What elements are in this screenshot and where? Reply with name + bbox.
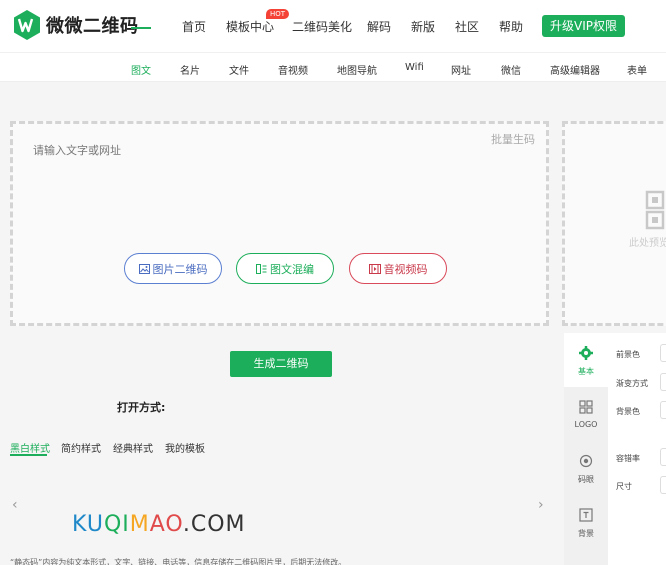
carousel-next-icon[interactable]: › — [538, 497, 544, 513]
hot-badge: HOT — [266, 9, 290, 19]
mixed-content-icon — [256, 263, 267, 274]
static-code-description: “静态码”内容为纯文本形式，文字、链接、电话等，信息存储在二维码图片里，后期无法… — [10, 558, 347, 565]
style-tab-my-templates[interactable]: 我的模板 — [165, 440, 205, 455]
kuqimao-watermark-logo: KUQIMAO.COM — [72, 512, 246, 537]
video-icon — [368, 263, 381, 274]
qr-preview-area: 此处预览 — [562, 121, 666, 326]
settings-tab-eye[interactable]: 码眼 — [564, 441, 608, 495]
style-tab-classic[interactable]: 经典样式 — [113, 440, 153, 455]
size-label: 尺寸 — [616, 482, 632, 491]
batch-generate-link[interactable]: 批量生码 — [491, 131, 535, 147]
generate-qr-button[interactable]: 生成二维码 — [230, 351, 332, 377]
settings-tab-basic[interactable]: 基本 — [564, 333, 608, 387]
brand-name: 微微二维码 — [46, 16, 139, 37]
tab-text-image[interactable]: 图文 — [131, 62, 151, 77]
settings-tab-basic-label: 基本 — [578, 367, 594, 376]
image-qr-button[interactable]: 图片二维码 — [124, 253, 222, 284]
settings-tab-column: 基本 LOGO 码眼 背景 — [564, 333, 608, 565]
settings-tab-eye-label: 码眼 — [578, 475, 594, 484]
error-correction-select[interactable] — [660, 448, 666, 466]
mixed-media-label: 图文混编 — [270, 262, 314, 276]
open-mode-label: 打开方式: — [117, 401, 166, 414]
qr-settings-panel: 基本 LOGO 码眼 背景 前景色 渐变方式 背景色 容错率 尺寸 — [564, 333, 666, 565]
nav-template-center[interactable]: 模板中心 — [226, 18, 274, 35]
tab-map-navigation[interactable]: 地图导航 — [337, 62, 377, 77]
background-icon — [579, 508, 593, 522]
upgrade-vip-button[interactable]: 升级VIP权限 — [542, 15, 625, 37]
tab-wechat[interactable]: 微信 — [501, 62, 521, 77]
nav-community[interactable]: 社区 — [455, 18, 479, 35]
settings-tab-logo-label: LOGO — [574, 420, 598, 429]
qr-placeholder-icon — [645, 190, 665, 230]
content-input-area[interactable]: 请输入文字或网址 批量生码 图片二维码 图文混编 音视频码 — [10, 121, 549, 326]
nav-decode[interactable]: 解码 — [367, 18, 391, 35]
logo-hexagon-icon — [14, 10, 40, 40]
gradient-mode-label: 渐变方式 — [616, 379, 648, 388]
gradient-mode-select[interactable] — [660, 373, 666, 391]
nav-home[interactable]: 首页 — [182, 18, 206, 35]
style-tab-black-white[interactable]: 黑白样式 — [10, 440, 50, 455]
tab-url[interactable]: 网址 — [451, 62, 471, 77]
error-correction-label: 容错率 — [616, 454, 640, 463]
gear-icon — [579, 346, 593, 360]
content-input-placeholder: 请输入文字或网址 — [33, 144, 121, 157]
audio-video-qr-button[interactable]: 音视频码 — [349, 253, 447, 284]
nav-qr-beautify[interactable]: 二维码美化 — [292, 18, 352, 35]
carousel-prev-icon[interactable]: ‹ — [12, 497, 18, 513]
tab-advanced-editor[interactable]: 高级编辑器 — [550, 62, 600, 77]
tab-audio-video[interactable]: 音视频 — [278, 62, 308, 77]
active-tab-underline — [131, 27, 151, 29]
background-color-label: 背景色 — [616, 407, 640, 416]
tab-form[interactable]: 表单 — [627, 62, 647, 77]
foreground-color-label: 前景色 — [616, 350, 640, 359]
preview-hint: 此处预览 — [629, 238, 666, 249]
settings-tab-background-label: 背景 — [578, 529, 594, 538]
style-tab-simple[interactable]: 简约样式 — [61, 440, 101, 455]
background-color-picker[interactable] — [660, 401, 666, 419]
size-select[interactable] — [660, 476, 666, 494]
eye-target-icon — [579, 454, 593, 468]
settings-tab-logo[interactable]: LOGO — [564, 387, 608, 441]
audio-video-qr-label: 音视频码 — [383, 262, 428, 276]
tab-wifi[interactable]: Wifi — [405, 62, 424, 73]
nav-help[interactable]: 帮助 — [499, 18, 523, 35]
site-logo[interactable]: 微微二维码 — [12, 9, 139, 41]
style-tab-underline — [10, 454, 47, 456]
tab-file[interactable]: 文件 — [229, 62, 249, 77]
content-type-tabs: 图文 名片 文件 音视频 地图导航 Wifi 网址 微信 高级编辑器 表单 — [0, 52, 666, 82]
settings-tab-background[interactable]: 背景 — [564, 495, 608, 549]
image-qr-label: 图片二维码 — [152, 262, 208, 276]
image-icon — [138, 263, 150, 274]
grid-icon — [579, 400, 593, 414]
top-header: 微微二维码 首页 模板中心 HOT 二维码美化 解码 新版 社区 帮助 升级VI… — [0, 0, 666, 52]
tab-business-card[interactable]: 名片 — [180, 62, 200, 77]
foreground-color-picker[interactable] — [660, 344, 666, 362]
nav-new-version[interactable]: 新版 — [411, 18, 435, 35]
mixed-media-button[interactable]: 图文混编 — [236, 253, 334, 284]
